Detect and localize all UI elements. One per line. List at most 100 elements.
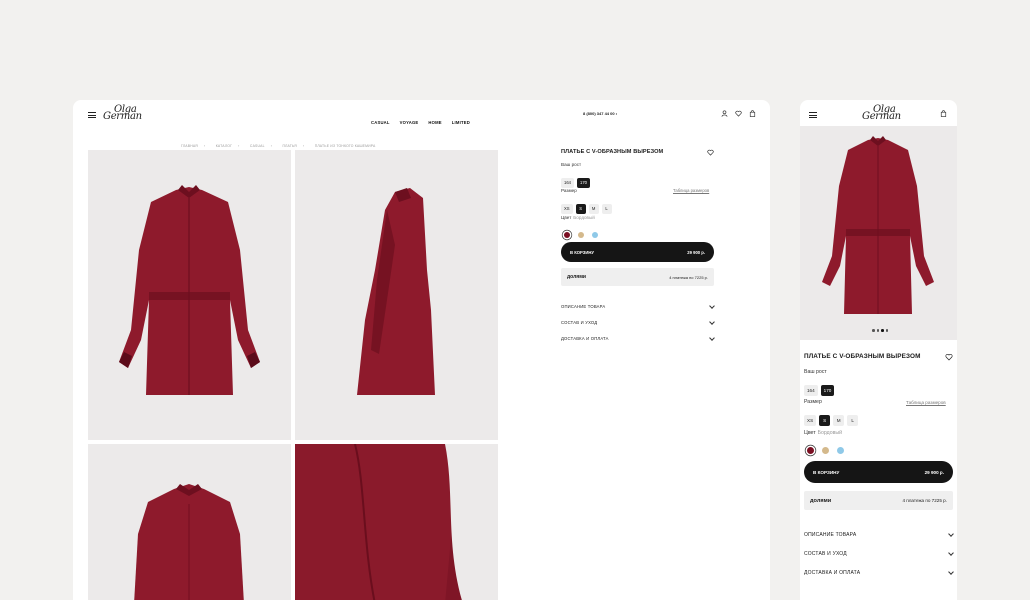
shirt-front-image — [119, 185, 260, 395]
size-options: XS S M L — [804, 409, 861, 427]
nav-home[interactable]: HOME — [428, 120, 441, 125]
size-option[interactable]: XS — [561, 204, 573, 214]
accordion-label: ОПИСАНИЕ ТОВАРА — [804, 532, 857, 538]
product-photo-front[interactable] — [88, 150, 291, 440]
chevron-down-icon — [948, 531, 954, 537]
product-title: ПЛАТЬЕ С V-ОБРАЗНЫМ ВЫРЕЗОМ — [561, 149, 664, 155]
size-option[interactable]: L — [601, 204, 612, 214]
header-actions — [721, 110, 756, 117]
swatch-beige[interactable] — [578, 231, 584, 238]
product-photo-back[interactable] — [88, 444, 291, 600]
accordion-description[interactable]: ОПИСАНИЕ ТОВАРА — [804, 531, 954, 538]
product-title: ПЛАТЬЕ С V-ОБРАЗНЫМ ВЫРЕЗОМ — [804, 353, 921, 360]
swatch-beige[interactable] — [822, 447, 829, 455]
main-nav: CASUAL VOYAGE HOME LIMITED — [371, 111, 480, 129]
nav-casual[interactable]: CASUAL — [371, 120, 390, 125]
breadcrumb-separator: › — [238, 144, 240, 148]
logo-line2: German — [862, 111, 901, 122]
breadcrumb-item[interactable]: CASUAL — [250, 144, 265, 148]
dolyami-terms: 4 платежа по 7225 р. — [902, 498, 947, 503]
cart-price: 29 900 р. — [924, 469, 944, 475]
size-label: Размер — [561, 188, 577, 193]
accordion-label: ДОСТАВКА И ОПЛАТА — [561, 336, 609, 341]
height-option[interactable]: 164 — [561, 178, 574, 188]
favorite-heart-icon[interactable] — [707, 149, 714, 156]
height-label: Ваш рост — [804, 369, 827, 375]
breadcrumb-separator: › — [302, 144, 305, 148]
brand-logo[interactable]: Olga German — [103, 105, 142, 122]
user-icon[interactable] — [721, 110, 728, 117]
dolyami-terms: 4 платежа по 7225 р. — [669, 274, 708, 280]
carousel-dot[interactable] — [885, 329, 888, 332]
nav-limited[interactable]: LIMITED — [452, 120, 470, 125]
size-option[interactable]: M — [833, 415, 845, 426]
accordion-label: СОСТАВ И УХОД — [561, 320, 598, 325]
size-label: Размер — [804, 399, 822, 405]
accordion-composition[interactable]: СОСТАВ И УХОД — [804, 550, 954, 557]
height-options: 164 170 — [804, 379, 837, 397]
mobile-product-page: Olga German ПЛАТЬЕ С V-ОБРАЗНЫМ ВЫРЕЗОМ … — [800, 100, 957, 600]
size-table-link[interactable]: Таблица размеров — [673, 188, 709, 193]
carousel-dots — [872, 329, 888, 332]
breadcrumb-separator: › — [270, 144, 273, 148]
product-photo-carousel[interactable] — [800, 126, 957, 340]
height-options: 164 170 — [561, 171, 593, 189]
height-label: Ваш рост — [561, 162, 582, 167]
accordion-delivery[interactable]: ДОСТАВКА И ОПЛАТА — [804, 569, 954, 576]
color-label-text: Цвет — [804, 430, 816, 436]
dolyami-banner[interactable]: долями 4 платежа по 7225 р. — [804, 491, 953, 510]
logo-line2: German — [103, 111, 142, 122]
breadcrumb-item[interactable]: ПЛАТЬЯ — [283, 144, 297, 148]
burger-icon[interactable] — [809, 112, 817, 118]
height-option-selected[interactable]: 170 — [577, 178, 590, 188]
swatch-light-blue[interactable] — [837, 447, 844, 455]
accordion-description[interactable]: ОПИСАНИЕ ТОВАРА — [561, 302, 715, 309]
height-option-selected[interactable]: 170 — [820, 385, 835, 396]
carousel-dot[interactable] — [872, 329, 875, 332]
dolyami-banner[interactable]: долями 4 платежа по 7225 р. — [561, 268, 714, 286]
desktop-product-page: Olga German CASUAL VOYAGE HOME LIMITED 8 (8… — [73, 100, 770, 600]
breadcrumb-item[interactable]: КАТАЛОГ — [216, 144, 232, 148]
nav-voyage[interactable]: VOYAGE — [400, 120, 419, 125]
swatch-burgundy[interactable] — [564, 231, 570, 238]
size-option[interactable]: XS — [804, 415, 817, 426]
carousel-dot[interactable] — [876, 329, 879, 332]
shirt-front-image — [822, 136, 934, 314]
product-photo-side[interactable] — [295, 150, 498, 440]
size-option[interactable]: L — [847, 415, 859, 426]
size-table-link[interactable]: Таблица размеров — [906, 400, 946, 405]
bag-icon[interactable] — [749, 110, 756, 117]
color-name: Бордовый — [817, 430, 842, 436]
size-option-selected[interactable]: S — [819, 415, 831, 426]
breadcrumb-item[interactable]: ГЛАВНАЯ — [181, 144, 198, 148]
burger-icon[interactable] — [88, 112, 96, 118]
bag-icon[interactable] — [940, 110, 947, 117]
shirt-back-image — [134, 484, 244, 600]
accordion-delivery[interactable]: ДОСТАВКА И ОПЛАТА — [561, 334, 715, 341]
color-label: Цвет Бордовый — [561, 215, 595, 220]
chevron-down-icon — [948, 550, 954, 556]
add-to-cart-button[interactable]: В КОРЗИНУ 29 900 р. — [804, 461, 953, 483]
color-label: Цвет Бордовый — [804, 430, 842, 436]
color-label-text: Цвет — [561, 215, 572, 220]
favorite-heart-icon[interactable] — [945, 353, 953, 361]
heart-icon[interactable] — [735, 110, 742, 117]
chevron-down-icon — [948, 569, 954, 575]
size-option[interactable]: M — [588, 204, 599, 214]
brand-logo[interactable]: Olga German — [862, 105, 901, 122]
swatch-light-blue[interactable] — [592, 231, 598, 238]
accordion-label: ДОСТАВКА И ОПЛАТА — [804, 570, 861, 576]
accordion-composition[interactable]: СОСТАВ И УХОД — [561, 318, 715, 325]
carousel-dot-active[interactable] — [881, 329, 884, 332]
product-photo-detail[interactable] — [295, 444, 498, 600]
height-option[interactable]: 164 — [804, 385, 818, 396]
add-to-cart-button[interactable]: В КОРЗИНУ 29 900 р. — [561, 242, 714, 262]
dolyami-label: долями — [567, 274, 586, 280]
breadcrumb-item-current: ПЛАТЬЕ ИЗ ТОНКОГО КАШЕМИРА — [314, 144, 376, 148]
dolyami-label: долями — [810, 497, 832, 504]
cart-label: В КОРЗИНУ — [570, 249, 595, 255]
swatch-burgundy[interactable] — [807, 447, 814, 455]
size-options: XS S M L — [561, 197, 615, 215]
size-option-selected[interactable]: S — [575, 204, 586, 214]
phone-number[interactable]: 8 (800) 347 44 00 • — [583, 111, 617, 116]
